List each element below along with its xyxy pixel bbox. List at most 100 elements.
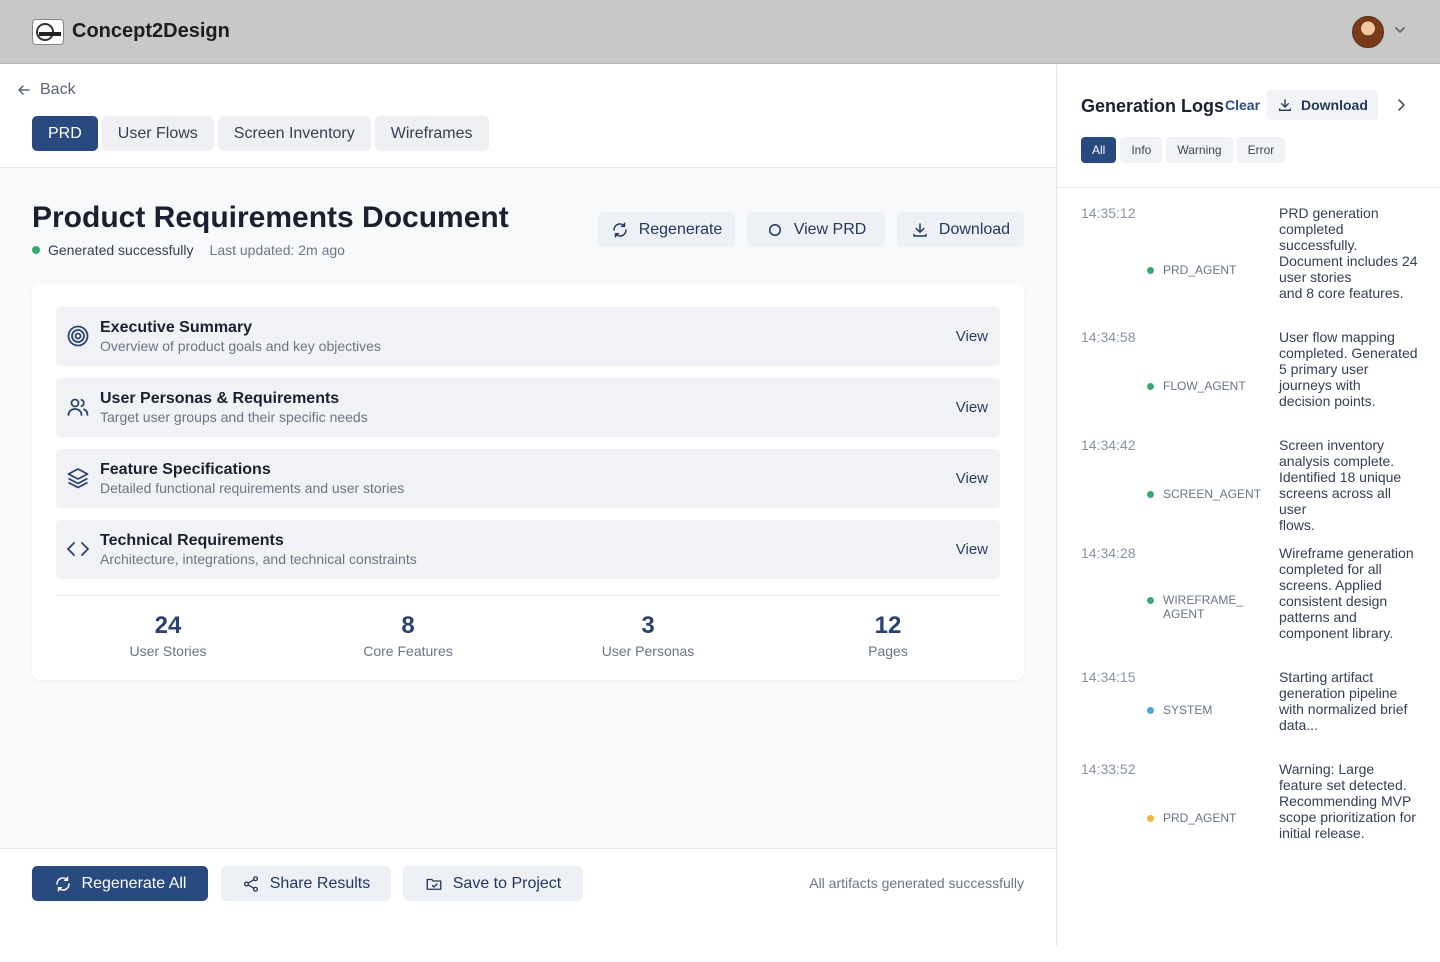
log-agent: SCREEN_AGENT [1147, 487, 1267, 501]
stat-label: Core Features [363, 643, 453, 659]
log-agent: FLOW_AGENT [1147, 379, 1267, 393]
stat-label: Pages [868, 643, 908, 659]
section-executive-summary[interactable]: Executive Summary Overview of product go… [56, 307, 1000, 366]
download-label: Download [938, 220, 1011, 238]
stat-value: 24 [154, 612, 182, 639]
footer-status: All artifacts generated successfully [809, 875, 1024, 891]
stat-label: User Stories [129, 643, 207, 659]
refresh-icon [612, 222, 627, 237]
layers-icon [67, 468, 89, 489]
view-link[interactable]: View [956, 399, 988, 416]
footer-bar: Regenerate All Share Results Save to Pro… [0, 848, 1056, 946]
logs-title: Generation Logs [1081, 96, 1225, 116]
regenerate-all-button[interactable]: Regenerate All [32, 866, 208, 901]
section-technical-requirements[interactable]: Technical Requirements Architecture, int… [56, 520, 1000, 579]
status-text: Generated successfully [48, 242, 194, 258]
section-description: Target user groups and their specific ne… [100, 409, 368, 425]
view-link[interactable]: View [956, 470, 988, 487]
save-to-project-button[interactable]: Save to Project [403, 866, 583, 901]
regenerate-button[interactable]: Regenerate [598, 212, 735, 247]
share-results-label: Share Results [269, 874, 371, 892]
stat-value: 12 [874, 612, 902, 639]
arrow-left-icon [18, 85, 30, 95]
last-updated: Last updated: 2m ago [209, 242, 345, 258]
stat-pages: 12 Pages [768, 611, 1008, 659]
circle-icon [768, 223, 781, 236]
download-icon [913, 222, 927, 237]
back-button[interactable]: Back [16, 81, 76, 99]
download-logs-label: Download [1301, 97, 1368, 113]
log-time: 14:33:52 [1081, 761, 1136, 777]
tab-wireframes[interactable]: Wireframes [374, 116, 489, 151]
chevron-down-icon[interactable] [1392, 22, 1408, 38]
log-time: 14:35:12 [1081, 205, 1136, 221]
log-agent: SYSTEM [1147, 703, 1267, 717]
clear-logs-button[interactable]: Clear [1225, 97, 1260, 113]
stat-core-features: 8 Core Features [288, 611, 528, 659]
view-prd-button[interactable]: View PRD [747, 212, 885, 247]
tab-user-flows[interactable]: User Flows [101, 116, 214, 151]
log-level-dot [1147, 267, 1154, 274]
tab-screen-inventory[interactable]: Screen Inventory [217, 116, 371, 151]
filter-info[interactable]: Info [1120, 137, 1163, 163]
share-results-button[interactable]: Share Results [221, 866, 391, 901]
status-row: Generated successfully Last updated: 2m … [32, 242, 345, 258]
log-level-dot [1147, 815, 1154, 822]
log-message: Warning: Large feature set detected. Rec… [1279, 761, 1416, 841]
log-time: 14:34:58 [1081, 329, 1136, 345]
users-icon [67, 398, 89, 416]
main-content: Back PRD User Flows Screen Inventory Wir… [0, 65, 1056, 946]
artifact-nav: Back PRD User Flows Screen Inventory Wir… [0, 65, 1056, 168]
code-icon [67, 542, 89, 556]
section-user-personas[interactable]: User Personas & Requirements Target user… [56, 378, 1000, 437]
log-level-dot [1147, 383, 1154, 390]
divider [56, 595, 1000, 596]
save-to-project-label: Save to Project [452, 874, 562, 892]
section-title: User Personas & Requirements [100, 390, 340, 407]
log-time: 14:34:42 [1081, 437, 1136, 453]
log-level-dot [1147, 707, 1154, 714]
generation-logs-panel: Generation Logs Clear Download All Info … [1056, 65, 1440, 946]
view-link[interactable]: View [956, 541, 988, 558]
log-agent: WIREFRAME_AGENT [1147, 593, 1249, 621]
logo[interactable] [32, 19, 64, 45]
logs-header: Generation Logs Clear Download All Info … [1057, 65, 1440, 188]
refresh-icon [55, 876, 70, 891]
download-logs-button[interactable]: Download [1267, 90, 1378, 120]
section-description: Detailed functional requirements and use… [100, 480, 405, 496]
view-prd-label: View PRD [793, 220, 867, 238]
filter-error[interactable]: Error [1236, 137, 1286, 163]
prd-card: Executive Summary Overview of product go… [32, 283, 1024, 680]
stat-value: 8 [401, 612, 415, 639]
log-filters: All Info Warning Error [1081, 137, 1286, 163]
log-agent-name: PRD_AGENT [1163, 811, 1237, 825]
avatar[interactable] [1352, 16, 1384, 48]
log-agent-name: SYSTEM [1163, 703, 1213, 717]
stat-user-personas: 3 User Personas [528, 611, 768, 659]
regenerate-label: Regenerate [638, 220, 723, 238]
section-description: Architecture, integrations, and technica… [100, 551, 417, 567]
stat-label: User Personas [601, 643, 695, 659]
chevron-right-icon[interactable] [1393, 97, 1409, 113]
log-message: Starting artifact generation pipeline wi… [1279, 669, 1408, 733]
log-agent: PRD_AGENT [1147, 263, 1267, 277]
log-message: PRD generation completed successfully. D… [1279, 205, 1418, 301]
download-button[interactable]: Download [897, 212, 1024, 247]
target-icon [67, 325, 89, 347]
log-message: User flow mapping completed. Generated 5… [1279, 329, 1418, 409]
section-feature-specifications[interactable]: Feature Specifications Detailed function… [56, 449, 1000, 508]
stat-user-stories: 24 User Stories [48, 611, 288, 659]
view-link[interactable]: View [956, 328, 988, 345]
log-agent-name: SCREEN_AGENT [1163, 487, 1262, 501]
tab-prd[interactable]: PRD [32, 116, 98, 151]
top-bar: Concept2Design [0, 0, 1440, 64]
filter-warning[interactable]: Warning [1166, 137, 1233, 163]
brand-name: Concept2Design [72, 20, 230, 42]
filter-all[interactable]: All [1081, 137, 1117, 163]
log-message: Wireframe generation completed for all s… [1279, 545, 1414, 641]
log-time: 14:34:28 [1081, 545, 1136, 561]
log-level-dot [1147, 597, 1154, 604]
page-title: Product Requirements Document [32, 201, 509, 234]
log-level-dot [1147, 491, 1154, 498]
log-agent: PRD_AGENT [1147, 811, 1267, 825]
